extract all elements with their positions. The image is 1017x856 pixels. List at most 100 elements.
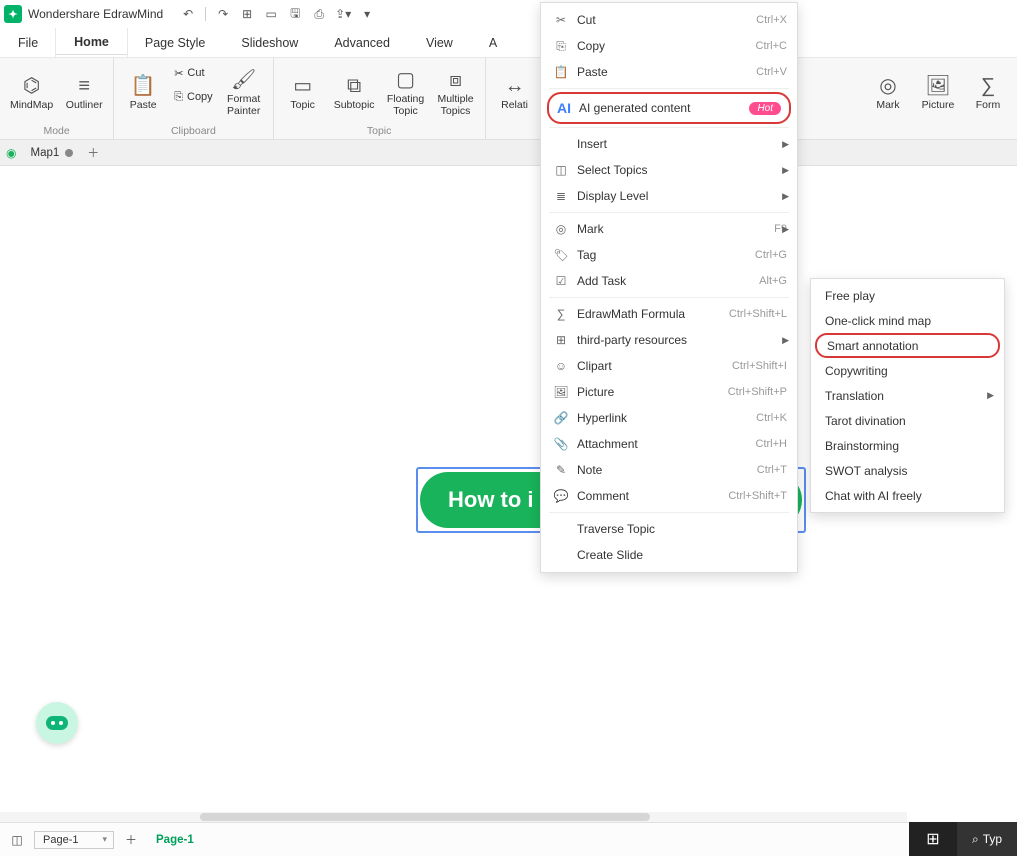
ctx-comment[interactable]: 💬CommentCtrl+Shift+T <box>541 483 797 509</box>
ctx-hyperlink[interactable]: 🔗HyperlinkCtrl+K <box>541 405 797 431</box>
task-icon: ☑ <box>551 274 571 288</box>
multiple-topics-button[interactable]: ⧈Multiple Topics <box>433 62 479 124</box>
topic-button[interactable]: ▭Topic <box>280 62 326 124</box>
subtopic-button[interactable]: ⧉Subtopic <box>330 62 379 124</box>
sub-chat[interactable]: Chat with AI freely <box>811 483 1004 508</box>
format-painter-button[interactable]: 🖌Format Painter <box>221 62 267 124</box>
ctx-formula[interactable]: ∑EdrawMath FormulaCtrl+Shift+L <box>541 301 797 327</box>
sub-swot[interactable]: SWOT analysis <box>811 458 1004 483</box>
document-tabs: ◉ Map1 ＋ <box>0 140 1017 166</box>
page-selector[interactable]: Page-1 <box>34 831 114 849</box>
new-icon[interactable]: ⊞ <box>238 5 256 23</box>
redo-icon[interactable]: ↷ <box>214 5 232 23</box>
add-tab-button[interactable]: ＋ <box>83 143 103 163</box>
title-bar: ✦ Wondershare EdrawMind ↶ ↷ ⊞ ▭ 🖫 ⎙ ⇪▾ ▾ <box>0 0 1017 28</box>
more-icon[interactable]: ▾ <box>358 5 376 23</box>
windows-search[interactable]: ⌕Typ <box>957 822 1017 856</box>
robot-icon <box>46 716 68 730</box>
picture-button[interactable]: 🖼Picture <box>915 62 961 124</box>
tab-advanced[interactable]: Advanced <box>316 28 408 57</box>
windows-taskbar: ⊞ ⌕Typ <box>909 822 1017 856</box>
hot-badge: Hot <box>749 102 781 115</box>
ctx-paste[interactable]: 📋PasteCtrl+V <box>541 59 797 85</box>
mark-icon: ◎ <box>551 222 571 236</box>
scrollbar-thumb[interactable] <box>200 813 650 821</box>
ctx-third-party[interactable]: ⊞third-party resources▶ <box>541 327 797 353</box>
ctx-ai-generated[interactable]: AI AI generated content Hot <box>547 92 791 124</box>
chevron-right-icon: ▶ <box>782 191 789 202</box>
layers-icon: ≣ <box>551 189 571 203</box>
ai-assistant-fab[interactable] <box>36 702 78 744</box>
ctx-traverse[interactable]: Traverse Topic <box>541 516 797 542</box>
tab-slideshow[interactable]: Slideshow <box>223 28 316 57</box>
ctx-insert[interactable]: Insert▶ <box>541 131 797 157</box>
cut-button[interactable]: ✂Cut <box>170 62 217 84</box>
chevron-right-icon: ▶ <box>782 165 789 176</box>
chevron-right-icon: ▶ <box>782 335 789 346</box>
ctx-select-topics[interactable]: ◫Select Topics▶ <box>541 157 797 183</box>
open-icon[interactable]: ▭ <box>262 5 280 23</box>
picture-icon: 🖼 <box>551 385 571 399</box>
app-logo: ✦ <box>4 5 22 23</box>
mode-group-label: Mode <box>6 124 107 137</box>
tab-view[interactable]: View <box>408 28 471 57</box>
context-menu: ✂CutCtrl+X ⎘CopyCtrl+C 📋PasteCtrl+V AI A… <box>540 2 798 573</box>
tab-a[interactable]: A <box>471 28 515 57</box>
app-title: Wondershare EdrawMind <box>28 7 163 21</box>
tab-home[interactable]: Home <box>56 28 127 57</box>
sub-free-play[interactable]: Free play <box>811 283 1004 308</box>
sub-smart-annotation[interactable]: Smart annotation <box>815 333 1000 358</box>
link-icon: 🔗 <box>551 411 571 425</box>
undo-icon[interactable]: ↶ <box>179 5 197 23</box>
note-icon: ✎ <box>551 463 571 477</box>
horizontal-scrollbar[interactable] <box>0 812 907 822</box>
select-icon: ◫ <box>551 163 571 177</box>
tab-pagestyle[interactable]: Page Style <box>127 28 223 57</box>
ai-submenu: Free play One-click mind map Smart annot… <box>810 278 1005 513</box>
ctx-mark[interactable]: ◎MarkF9▶ <box>541 216 797 242</box>
page-tab[interactable]: Page-1 <box>148 834 202 846</box>
mark-button[interactable]: ◎Mark <box>865 62 911 124</box>
tag-icon: 🏷 <box>551 248 571 262</box>
sub-tarot[interactable]: Tarot divination <box>811 408 1004 433</box>
ctx-clipart[interactable]: ☺ClipartCtrl+Shift+I <box>541 353 797 379</box>
windows-start-button[interactable]: ⊞ <box>909 822 957 856</box>
ctx-tag[interactable]: 🏷TagCtrl+G <box>541 242 797 268</box>
ctx-attachment[interactable]: 📎AttachmentCtrl+H <box>541 431 797 457</box>
formula-icon: ∑ <box>551 307 571 321</box>
relationship-button[interactable]: ↔Relati <box>492 62 538 124</box>
save-icon[interactable]: 🖫 <box>286 5 304 23</box>
sub-brainstorming[interactable]: Brainstorming <box>811 433 1004 458</box>
export-icon[interactable]: ⇪▾ <box>334 5 352 23</box>
sub-translation[interactable]: Translation▶ <box>811 383 1004 408</box>
paste-button[interactable]: 📋Paste <box>120 62 166 124</box>
chevron-right-icon: ▶ <box>782 224 789 235</box>
attachment-icon: 📎 <box>551 437 571 451</box>
paste-icon: 📋 <box>551 65 571 79</box>
mindmap-button[interactable]: ⌬MindMap <box>6 62 57 124</box>
outliner-button[interactable]: ≡Outliner <box>61 62 107 124</box>
copy-button[interactable]: ⎘Copy <box>170 86 217 108</box>
ctx-note[interactable]: ✎NoteCtrl+T <box>541 457 797 483</box>
sub-copywriting[interactable]: Copywriting <box>811 358 1004 383</box>
comment-icon: 💬 <box>551 489 571 503</box>
tab-file[interactable]: File <box>0 28 56 57</box>
print-icon[interactable]: ⎙ <box>310 5 328 23</box>
ctx-picture[interactable]: 🖼PictureCtrl+Shift+P <box>541 379 797 405</box>
ctx-cut[interactable]: ✂CutCtrl+X <box>541 7 797 33</box>
ai-icon: AI <box>557 100 571 116</box>
doc-tab-map1[interactable]: Map1 <box>20 141 83 165</box>
floating-topic-button[interactable]: ▢Floating Topic <box>383 62 429 124</box>
status-bar: ◫ Page-1 ＋ Page-1 <box>0 822 1017 856</box>
menu-bar: File Home Page Style Slideshow Advanced … <box>0 28 1017 58</box>
ctx-add-task[interactable]: ☑Add TaskAlt+G <box>541 268 797 294</box>
ctx-copy[interactable]: ⎘CopyCtrl+C <box>541 33 797 59</box>
sub-one-click[interactable]: One-click mind map <box>811 308 1004 333</box>
copy-icon: ⎘ <box>551 39 571 54</box>
scissors-icon: ✂ <box>551 13 571 27</box>
outline-view-icon[interactable]: ◫ <box>6 829 28 851</box>
ctx-display-level[interactable]: ≣Display Level▶ <box>541 183 797 209</box>
formula-button[interactable]: ∑Form <box>965 62 1011 124</box>
ctx-create-slide[interactable]: Create Slide <box>541 542 797 568</box>
add-page-button[interactable]: ＋ <box>120 829 142 851</box>
